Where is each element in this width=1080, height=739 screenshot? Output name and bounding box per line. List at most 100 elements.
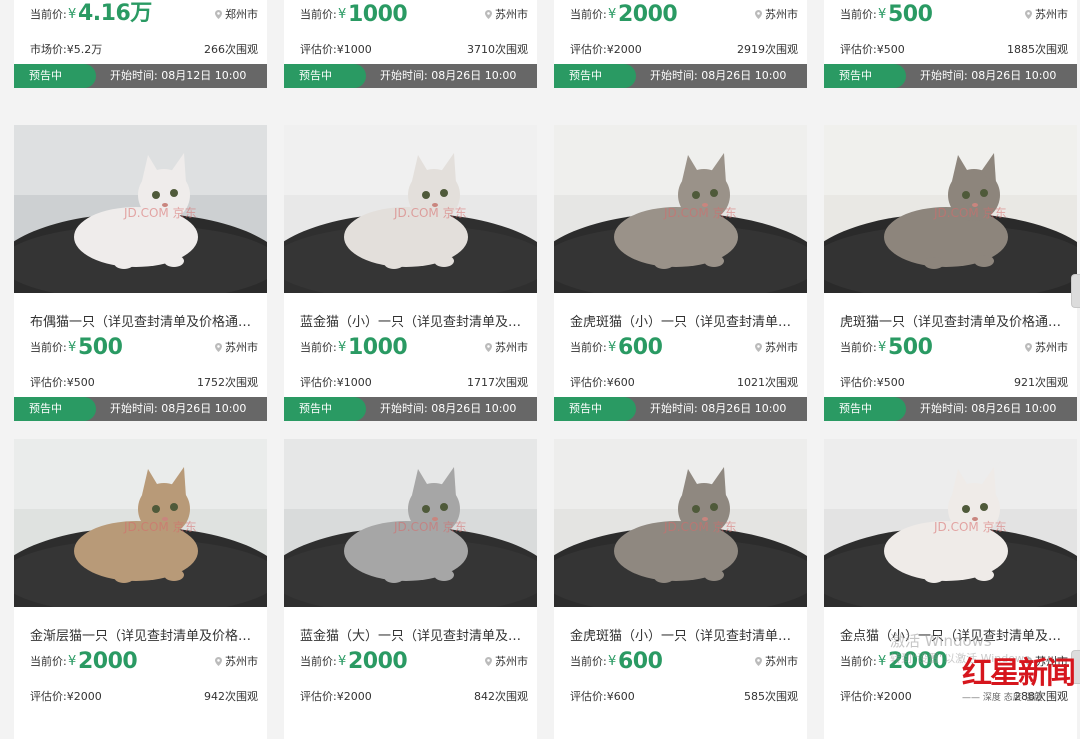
location: 苏州市 [485, 6, 528, 22]
location: 苏州市 [755, 653, 798, 669]
price-row: 当前价: ¥4.16万 郑州市 [30, 0, 258, 28]
cat-photo[interactable]: JD.COM 京东 [284, 439, 537, 607]
lot-title[interactable]: 虎斑猫一只（详见查封清单及价格通知... [840, 311, 1065, 330]
meta-row: 评估价:¥1000 1717次围观 [300, 374, 528, 390]
lot-title[interactable]: 布偶猫一只（详见查封清单及价格通知... [30, 311, 255, 330]
news-logo-tagline: —— 深度 态度 温度 [962, 693, 1043, 703]
cat-photo[interactable]: JD.COM 京东 [14, 439, 267, 607]
appraisal-price: 评估价:¥2000 [570, 43, 642, 56]
start-time: 开始时间: 08月26日 10:00 [650, 69, 787, 82]
auction-banner: 预告中 开始时间: 08月26日 10:00 [824, 397, 1077, 421]
currency-symbol: ¥ [338, 654, 347, 669]
location-pin-icon [755, 657, 762, 666]
current-price: 2000 [78, 649, 138, 674]
lot-title[interactable]: 金虎斑猫（小）一只（详见查封清单及... [570, 625, 795, 644]
lot-title[interactable]: 金虎斑猫（小）一只（详见查封清单及... [570, 311, 795, 330]
location-pin-icon [1025, 343, 1032, 352]
city-name: 苏州市 [1035, 341, 1068, 354]
view-count: 921次围观 [1014, 376, 1068, 389]
city-name: 苏州市 [495, 8, 528, 21]
cat-photo[interactable]: JD.COM 京东 [554, 439, 807, 607]
lot-title[interactable]: 蓝金猫（小）一只（详见查封清单及价... [300, 311, 525, 330]
meta-row: 评估价:¥500 1752次围观 [30, 374, 258, 390]
auction-card[interactable]: 蓝金猫（大）一只（详见查封清单及价...当前价:¥2000苏州市评估价:¥200… [554, 0, 807, 88]
svg-text:JD.COM 京东: JD.COM 京东 [933, 520, 1007, 534]
lot-title[interactable]: 金渐层猫一只（详见查封清单及价格通... [30, 625, 255, 644]
auction-card[interactable]: JD.COM 京东 蓝金猫（大）一只（详见查封清单及价... 当前价: ¥2000 苏州… [284, 439, 537, 739]
start-time: 开始时间: 08月26日 10:00 [380, 402, 517, 415]
view-count: 1885次围观 [1007, 43, 1068, 56]
location: 苏州市 [1025, 339, 1068, 355]
auction-grid: FHLD164 和田玉雕猫趣当前价:¥4.16万郑州市市场价:¥5.2万266次… [0, 0, 1080, 739]
appraisal-price: 评估价:¥1000 [300, 376, 372, 389]
city-name: 苏州市 [765, 341, 798, 354]
city-name: 苏州市 [225, 341, 258, 354]
start-time: 开始时间: 08月12日 10:00 [110, 69, 247, 82]
svg-text:JD.COM 京东: JD.COM 京东 [123, 206, 197, 220]
meta-row: 评估价:¥600 585次围观 [570, 688, 798, 704]
location-pin-icon [215, 657, 222, 666]
auction-banner: 预告中 开始时间: 08月26日 10:00 [284, 64, 537, 88]
current-price: 500 [888, 2, 933, 27]
status-badge: 预告中 [824, 397, 906, 421]
location: 苏州市 [485, 339, 528, 355]
location: 郑州市 [215, 6, 258, 22]
current-price: 500 [78, 335, 123, 360]
current-price-label: 当前价: [840, 655, 877, 668]
auction-card[interactable]: 金吉拉猫一只（详见查封清单及价格通...当前价:¥500苏州市评估价:¥5001… [824, 0, 1077, 88]
meta-row: 评估价:¥2000 942次围观 [30, 688, 258, 704]
auction-banner: 预告中 开始时间: 08月26日 10:00 [824, 64, 1077, 88]
appraisal-price: 评估价:¥600 [570, 376, 635, 389]
auction-card[interactable]: JD.COM 京东 蓝金猫（小）一只（详见查封清单及价... 当前价: ¥1000 苏州… [284, 125, 537, 421]
price-row: 当前价: ¥600 苏州市 [570, 331, 798, 361]
auction-card[interactable]: JD.COM 京东 金虎斑猫（小）一只（详见查封清单及... 当前价: ¥600 苏州市… [554, 125, 807, 421]
svg-text:JD.COM 京东: JD.COM 京东 [933, 206, 1007, 220]
appraisal-price: 评估价:¥2000 [30, 690, 102, 703]
auction-card[interactable]: JD.COM 京东 金渐层猫一只（详见查封清单及价格通... 当前价: ¥2000 苏州… [14, 439, 267, 739]
cat-photo[interactable]: JD.COM 京东 [824, 125, 1077, 293]
start-time: 开始时间: 08月26日 10:00 [920, 69, 1057, 82]
city-name: 苏州市 [765, 8, 798, 21]
start-time: 开始时间: 08月26日 10:00 [110, 402, 247, 415]
price-row: 当前价: ¥2000 苏州市 [30, 645, 258, 675]
current-price: 600 [618, 335, 663, 360]
status-badge: 预告中 [284, 397, 366, 421]
cat-photo[interactable]: JD.COM 京东 [14, 125, 267, 293]
auction-card[interactable]: JD.COM 京东 金虎斑猫（小）一只（详见查封清单及... 当前价: ¥600 苏州市… [554, 439, 807, 739]
location: 苏州市 [215, 653, 258, 669]
location-pin-icon [485, 10, 492, 19]
appraisal-price: 评估价:¥1000 [300, 43, 372, 56]
lot-title[interactable]: 蓝金猫（大）一只（详见查封清单及价... [300, 625, 525, 644]
current-price-label: 当前价: [840, 8, 877, 21]
view-count: 1752次围观 [197, 376, 258, 389]
price-row: 当前价: ¥500 苏州市 [840, 331, 1068, 361]
auction-banner: 预告中 开始时间: 08月26日 10:00 [554, 64, 807, 88]
meta-row: 评估价:¥500 1885次围观 [840, 41, 1068, 57]
location: 苏州市 [215, 339, 258, 355]
auction-card[interactable]: FHLD164 和田玉雕猫趣当前价:¥4.16万郑州市市场价:¥5.2万266次… [14, 0, 267, 88]
side-scroll-tab[interactable] [1071, 274, 1080, 308]
view-count: 266次围观 [204, 43, 258, 56]
currency-symbol: ¥ [608, 340, 617, 355]
svg-text:JD.COM 京东: JD.COM 京东 [123, 520, 197, 534]
city-name: 苏州市 [495, 655, 528, 668]
auction-card[interactable]: 蓝金猫（小）一只（详见查封清单及价...当前价:¥1000苏州市评估价:¥100… [284, 0, 537, 88]
auction-card[interactable]: JD.COM 京东 布偶猫一只（详见查封清单及价格通知... 当前价: ¥500 苏州市… [14, 125, 267, 421]
cat-photo[interactable]: JD.COM 京东 [554, 125, 807, 293]
current-price: 500 [888, 335, 933, 360]
status-badge: 预告中 [14, 64, 96, 88]
appraisal-price: 评估价:¥500 [840, 376, 905, 389]
auction-banner: 预告中 开始时间: 08月26日 10:00 [284, 397, 537, 421]
status-badge: 预告中 [824, 64, 906, 88]
appraisal-price: 评估价:¥2000 [840, 690, 912, 703]
appraisal-price: 评估价:¥500 [30, 376, 95, 389]
view-count: 842次围观 [474, 690, 528, 703]
cat-photo[interactable]: JD.COM 京东 [824, 439, 1077, 607]
currency-symbol: ¥ [338, 7, 347, 22]
cat-photo[interactable]: JD.COM 京东 [284, 125, 537, 293]
status-badge: 预告中 [284, 64, 366, 88]
view-count: 2919次围观 [737, 43, 798, 56]
status-badge: 预告中 [14, 397, 96, 421]
auction-card[interactable]: JD.COM 京东 虎斑猫一只（详见查封清单及价格通知... 当前价: ¥500 苏州市… [824, 125, 1077, 421]
start-time: 开始时间: 08月26日 10:00 [920, 402, 1057, 415]
